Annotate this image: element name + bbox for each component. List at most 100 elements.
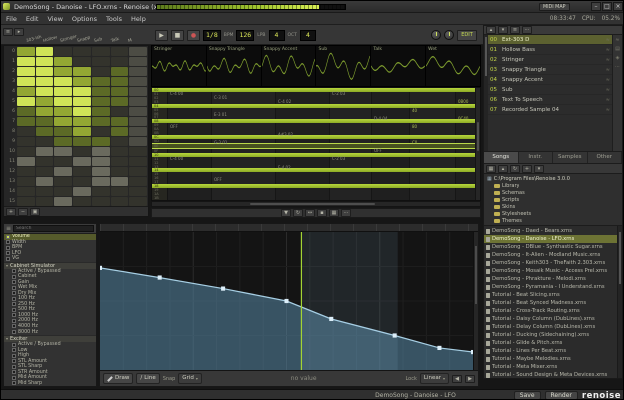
- matrix-cell[interactable]: [54, 57, 72, 66]
- instrument-item[interactable]: 01Hollow Bass≈: [488, 45, 612, 55]
- matrix-cell[interactable]: [129, 47, 147, 56]
- menu-help[interactable]: Help: [131, 15, 146, 23]
- param-checkbox[interactable]: [12, 324, 16, 328]
- matrix-cell[interactable]: [54, 117, 72, 126]
- param-checkbox[interactable]: [12, 275, 16, 279]
- shrink-icon[interactable]: ▪: [317, 209, 327, 217]
- save-button[interactable]: Save: [514, 391, 541, 400]
- instrument-item[interactable]: 05Sub≈: [488, 85, 612, 95]
- matrix-cell[interactable]: [92, 107, 110, 116]
- matrix-cell[interactable]: [17, 157, 35, 166]
- file-item[interactable]: Tutorial - Cross-Track Routing.xrns: [484, 307, 617, 315]
- matrix-cell[interactable]: [54, 77, 72, 86]
- matrix-cell[interactable]: [111, 137, 129, 146]
- matrix-cell[interactable]: [36, 67, 54, 76]
- matrix-cell[interactable]: [73, 107, 91, 116]
- matrix-cell[interactable]: [17, 107, 35, 116]
- matrix-cell[interactable]: [129, 187, 147, 196]
- matrix-cell[interactable]: [36, 127, 54, 136]
- param-checkbox[interactable]: [12, 359, 16, 363]
- pattern-vscrollbar[interactable]: [475, 88, 480, 200]
- param-checkbox[interactable]: [12, 297, 16, 301]
- param-checkbox[interactable]: [12, 330, 16, 334]
- matrix-cell[interactable]: [92, 167, 110, 176]
- scroll-right-button[interactable]: ▶: [465, 375, 475, 383]
- automation-param[interactable]: Mid Sharp: [4, 380, 96, 386]
- matrix-cell[interactable]: [36, 147, 54, 156]
- menu-edit[interactable]: Edit: [26, 15, 39, 23]
- matrix-cell[interactable]: [54, 107, 72, 116]
- menu-view[interactable]: View: [47, 15, 62, 23]
- follow-pattern-icon[interactable]: ▼: [281, 209, 291, 217]
- pattern-editor[interactable]: 000102030405060708090A0B0C0D0E0F10111213…: [151, 87, 481, 201]
- matrix-cell[interactable]: [129, 87, 147, 96]
- track-scope[interactable]: Stringer: [152, 46, 206, 86]
- matrix-cell[interactable]: [73, 87, 91, 96]
- matrix-cell[interactable]: [17, 177, 35, 186]
- file-list-scrollbar[interactable]: [617, 226, 622, 378]
- matrix-cell[interactable]: [129, 177, 147, 186]
- matrix-cell[interactable]: [129, 157, 147, 166]
- matrix-cell[interactable]: [111, 117, 129, 126]
- matrix-cell[interactable]: [111, 127, 129, 136]
- playmode-select[interactable]: Linear ▾: [420, 373, 449, 384]
- tree-folder-schemas[interactable]: Schemas: [484, 189, 622, 196]
- lpb-display[interactable]: 4: [269, 30, 285, 41]
- delete-pattern-button[interactable]: −: [18, 208, 28, 216]
- matrix-cell[interactable]: [17, 97, 35, 106]
- matrix-cell[interactable]: [92, 57, 110, 66]
- matrix-cell[interactable]: [54, 157, 72, 166]
- matrix-cell[interactable]: [111, 197, 129, 206]
- play-button[interactable]: ▶: [155, 30, 168, 41]
- track-scope[interactable]: Wet: [426, 46, 480, 86]
- file-item[interactable]: DemoSong - DBlue - Synthastic Sugar.xrns: [484, 243, 617, 251]
- param-checkbox[interactable]: [6, 257, 10, 261]
- param-checkbox[interactable]: [6, 246, 10, 250]
- menu-tools[interactable]: Tools: [106, 15, 122, 23]
- matrix-cell[interactable]: [17, 117, 35, 126]
- tree-folder-scripts[interactable]: Scripts: [484, 196, 622, 203]
- snap-grid-select[interactable]: Grid ▾: [178, 373, 202, 384]
- matrix-cell[interactable]: [92, 157, 110, 166]
- octave-display[interactable]: 4: [300, 30, 316, 41]
- param-checkbox[interactable]: [12, 291, 16, 295]
- matrix-cell[interactable]: [17, 167, 35, 176]
- param-checkbox[interactable]: [6, 235, 10, 239]
- param-checkbox[interactable]: [12, 365, 16, 369]
- tree-folder-stylesheets[interactable]: Stylesheets: [484, 210, 622, 217]
- matrix-cell[interactable]: [73, 147, 91, 156]
- refresh-icon[interactable]: ↻: [510, 165, 520, 173]
- disk-tab-songs[interactable]: Songs: [484, 152, 519, 163]
- matrix-cell[interactable]: [111, 57, 129, 66]
- file-item[interactable]: Tutorial - Sound Design & Meta Devices.x…: [484, 371, 617, 378]
- pattern-hscroll-thumb[interactable]: [250, 203, 375, 205]
- pattern-options-icon[interactable]: ⋯: [341, 209, 351, 217]
- instrument-item[interactable]: 06Text To Speech≈: [488, 95, 612, 105]
- bpm-display[interactable]: 126: [236, 30, 254, 41]
- matrix-cell[interactable]: [17, 57, 35, 66]
- instrument-item[interactable]: 04Snappy Accent≈: [488, 75, 612, 85]
- matrix-cell[interactable]: [111, 67, 129, 76]
- track-scope[interactable]: Talk: [371, 46, 425, 86]
- matrix-cell[interactable]: [54, 47, 72, 56]
- menu-file[interactable]: File: [6, 15, 17, 23]
- expand-icon[interactable]: ↔: [305, 209, 315, 217]
- disk-tab-instr[interactable]: Instr.: [519, 152, 554, 163]
- file-item[interactable]: DemoSong - Phrakture - Melodi.xrns: [484, 275, 617, 283]
- new-folder-icon[interactable]: +: [522, 165, 532, 173]
- matrix-cell[interactable]: [111, 177, 129, 186]
- line-tool-button[interactable]: / Line: [136, 373, 159, 384]
- param-checkbox[interactable]: [12, 286, 16, 290]
- matrix-cell[interactable]: [92, 67, 110, 76]
- matrix-cell[interactable]: [73, 117, 91, 126]
- matrix-cell[interactable]: [36, 77, 54, 86]
- file-item[interactable]: Tutorial - Beat Slicing.xrns: [484, 291, 617, 299]
- param-checkbox[interactable]: [12, 370, 16, 374]
- file-item[interactable]: Tutorial - Meta Mixer.xrns: [484, 363, 617, 371]
- loop-block-icon[interactable]: ↻: [293, 209, 303, 217]
- matrix-cell[interactable]: [73, 67, 91, 76]
- matrix-cell[interactable]: [92, 197, 110, 206]
- param-checkbox[interactable]: [6, 240, 10, 244]
- device-section-header[interactable]: ▾Cabinet Simulator: [4, 262, 96, 269]
- matrix-cell[interactable]: [129, 67, 147, 76]
